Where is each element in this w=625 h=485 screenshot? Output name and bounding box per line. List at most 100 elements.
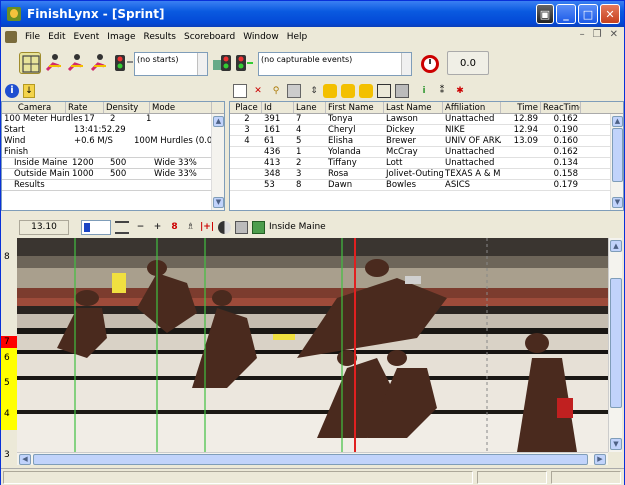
col-density[interactable]: Density [104,102,150,113]
capture-icon[interactable] [19,52,41,74]
menu-results[interactable]: Results [139,32,180,42]
image-hscroll[interactable]: ◀ ▶ [17,452,608,465]
time-value-box[interactable]: 13.10 [19,220,69,235]
col-lane[interactable]: Lane [294,102,326,113]
info-small-icon[interactable]: i [417,84,431,98]
document-menu-icon[interactable] [5,30,17,43]
plus-icon[interactable]: + [151,221,164,234]
table-row[interactable]: 436 1 Yolanda McCray Unattached 0.162 [230,147,623,158]
col-reactime[interactable]: ReacTime [541,102,581,113]
scroll-up-arrow[interactable]: ▲ [213,116,224,127]
scroll-left-arrow[interactable]: ◀ [19,454,31,465]
runner-icon[interactable] [43,52,65,74]
table-row[interactable]: 3 161 4 Cheryl Dickey NIKE 12.94 0.190 [230,125,623,136]
scroll-down-arrow[interactable]: ▼ [612,197,623,208]
col-place[interactable]: Place [230,102,262,113]
col-mode[interactable]: Mode [150,102,212,113]
stopwatch-icon[interactable] [419,52,441,74]
mdi-minimize-button[interactable]: – [580,29,585,40]
contrast-icon[interactable] [218,221,231,234]
runner-start-icon[interactable] [65,52,87,74]
runner-results2-icon[interactable] [341,84,355,98]
cross-icon[interactable]: ✕ [251,84,265,98]
time-display-button[interactable]: 0.0 [447,51,489,75]
table-row[interactable]: 413 2 Tiffany Lott Unattached 0.134 [230,158,623,169]
event-table-scrollbar[interactable]: ▲ ▼ [211,114,224,210]
event-row[interactable]: 100 Meter Hurdles Wom 17 2 1 [2,114,224,125]
image-vscroll[interactable]: ▲ ▼ [608,238,622,452]
split-icon[interactable]: ⁑ [435,84,449,98]
col-first-name[interactable]: First Name [326,102,384,113]
maximize-button[interactable]: □ [578,4,598,24]
sort-icon[interactable]: ⇕ [309,84,319,98]
photo-finish-image[interactable] [17,238,608,452]
info-icon[interactable]: i [5,84,19,98]
camera-row-inside[interactable]: Inside Maine 1200 500 Wide 33% [2,158,224,169]
scroll-down-arrow[interactable]: ▼ [610,438,622,450]
runner-finish-icon[interactable] [88,52,110,74]
scroll-right-arrow[interactable]: ▶ [594,454,606,465]
scroll-up-arrow[interactable]: ▲ [612,116,623,127]
sort-down-icon[interactable]: ↓ [23,84,35,98]
events-spin[interactable] [401,53,411,75]
delete-icon[interactable]: ✱ [453,84,467,98]
event-row[interactable]: Wind +0.6 M/S 100M Hurdles (0.0,1 [2,136,224,147]
col-id[interactable]: Id [262,102,294,113]
menu-image[interactable]: Image [103,32,139,42]
print-start-icon[interactable] [211,52,233,74]
menu-event[interactable]: Event [70,32,104,42]
scroll-down-arrow[interactable]: ▼ [213,197,224,208]
capture-light-icon[interactable] [234,52,256,74]
lane-marker-5[interactable]: 5 [1,368,17,398]
person-icon[interactable]: ♗ [184,221,197,234]
table-row[interactable]: 348 3 Rosa Jolivet-OutingTEXAS A & M U 0.158 [230,169,623,180]
tree-icon[interactable] [377,84,391,98]
starts-spin[interactable] [197,53,207,75]
menu-scoreboard[interactable]: Scoreboard [180,32,239,42]
runner-results3-icon[interactable] [359,84,373,98]
lines-icon[interactable] [115,221,129,234]
print-image-icon[interactable] [235,221,248,234]
grid-icon[interactable] [233,84,247,98]
event-row[interactable]: Finish [2,147,224,158]
event-row[interactable]: Start 13:41:52.29 [2,125,224,136]
results-row[interactable]: Results [2,180,224,191]
col-time[interactable]: Time [501,102,541,113]
col-affiliation[interactable]: Affiliation [443,102,501,113]
lane-marker-7[interactable]: 7 [1,336,17,348]
menu-window[interactable]: Window [239,32,283,42]
table-row[interactable]: 2 391 7 Tonya Lawson Unattached 12.89 0.162 [230,114,623,125]
minimize-button[interactable]: _ [556,4,576,24]
scroll-thumb[interactable] [610,278,622,408]
table-icon[interactable] [252,221,265,234]
figure-icon[interactable]: 8 [168,221,181,234]
col-last-name[interactable]: Last Name [384,102,443,113]
menu-file[interactable]: File [21,32,44,42]
col-camera[interactable]: Camera [2,102,66,113]
starts-combo[interactable]: (no starts) [134,52,208,76]
search-icon[interactable]: ⚲ [269,84,283,98]
split-line-icon[interactable]: |+| [200,221,214,234]
frame-input[interactable] [81,220,111,235]
traffic-light-icon[interactable] [113,52,135,74]
runner-results-icon[interactable] [323,84,337,98]
close-button[interactable]: ✕ [600,4,620,24]
minus-icon[interactable]: − [134,221,147,234]
finishlynx-app-icon[interactable] [7,7,21,21]
events-combo[interactable]: (no capturable events) [258,52,412,76]
lane-marker-8[interactable]: 8 [4,252,10,262]
table-row[interactable]: 53 8 Dawn Bowles ASICS 0.179 [230,180,623,191]
table-row[interactable]: 4 61 5 Elisha Brewer UNIV OF ARKA 13.09 0.160 [230,136,623,147]
debug-icon[interactable]: ▣ [536,4,554,24]
scroll-up-arrow[interactable]: ▲ [610,240,622,252]
mdi-restore-button[interactable]: ❐ [593,29,602,40]
lane-marker-4[interactable]: 4 [1,398,17,430]
mdi-close-button[interactable]: ✕ [610,29,618,40]
print-icon[interactable] [287,84,301,98]
menu-help[interactable]: Help [283,32,312,42]
printer-icon[interactable] [395,84,409,98]
results-scrollbar[interactable]: ▲ ▼ [610,114,623,210]
col-rate[interactable]: Rate [66,102,104,113]
title-bar[interactable]: FinishLynx - [Sprint] ▣ _ □ ✕ [1,1,624,27]
lane-marker-3[interactable]: 3 [4,450,10,460]
